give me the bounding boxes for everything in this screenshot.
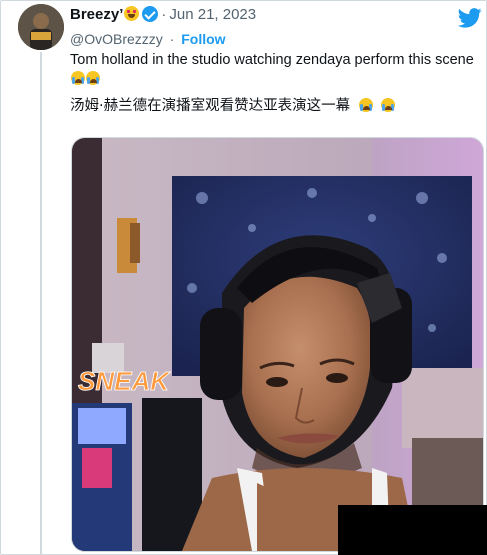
tweet-media-image[interactable]: SNEAK (71, 137, 484, 552)
verified-badge-icon (142, 6, 159, 22)
separator-dot: · (161, 6, 167, 23)
tweet-text-translation-row: 汤姆·赫兰德在演播室观看赞达亚表演这一幕 (70, 97, 475, 116)
user-handle[interactable]: @OvOBrezzzy (70, 31, 163, 47)
media-overlay-text: SNEAK (78, 366, 171, 396)
avatar[interactable] (18, 4, 64, 50)
loudly-crying-face-emoji-icon (86, 71, 100, 85)
display-name[interactable]: Breezy’ (70, 6, 123, 23)
tweet-header: Breezy’ · Jun 21, 2023 (70, 6, 256, 23)
tweet-text-english: Tom holland in the studio watching zenda… (70, 52, 474, 68)
thread-line (40, 52, 42, 555)
separator-dot-2: · (169, 31, 175, 47)
follow-button[interactable]: Follow (181, 31, 225, 47)
tweet-text: Tom holland in the studio watching zenda… (70, 51, 475, 89)
loudly-crying-face-emoji-icon (358, 98, 373, 112)
loudly-crying-face-emoji-icon (381, 98, 396, 112)
tweet-date[interactable]: Jun 21, 2023 (169, 6, 256, 23)
heart-eyes-emoji-icon (124, 6, 140, 21)
redaction-block (338, 505, 487, 555)
handle-row: @OvOBrezzzy · Follow (70, 31, 226, 47)
tweet-text-chinese: 汤姆·赫兰德在演播室观看赞达亚表演这一幕 (70, 98, 351, 114)
twitter-bird-icon[interactable] (458, 8, 482, 28)
loudly-crying-face-emoji-icon (71, 71, 85, 85)
